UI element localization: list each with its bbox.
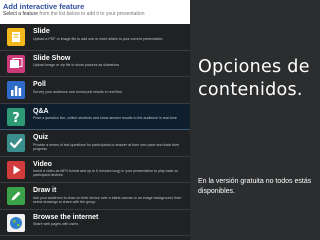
feature-name: Video: [33, 160, 52, 168]
dialog-title: Add interactive feature: [3, 2, 85, 11]
quiz-icon: [7, 134, 25, 152]
feature-item-slide[interactable]: Slide Upload a PDF or image file to add …: [0, 24, 190, 51]
feature-description: Ask your audience to draw on their devic…: [33, 195, 182, 204]
feature-description: Pose a question live, collect students a…: [33, 116, 177, 120]
slide-heading: Opciones de contenidos.: [198, 57, 310, 100]
dialog-subtitle-rest: from the list below to add it to your pr…: [39, 11, 145, 17]
feature-description: Upload a PDF or image file to add one or…: [33, 36, 163, 41]
feature-description: Upload image or zip file to show picture…: [33, 63, 120, 67]
feature-item-slide-show[interactable]: Slide Show Upload image or zip file to s…: [0, 51, 190, 77]
feature-item-browse-the-internet[interactable]: Browse the internet Share web pages with…: [0, 210, 190, 236]
feature-description: Survey your audience and reveal poll res…: [33, 89, 123, 94]
video-icon: [7, 160, 25, 179]
feature-name: Draw it: [33, 187, 57, 194]
feature-name: Slide: [33, 28, 50, 35]
feature-item-quiz[interactable]: Quiz Provide a series of test questions …: [0, 130, 190, 157]
feature-name: Slide Show: [33, 54, 71, 62]
feature-name: Poll: [33, 81, 46, 88]
feature-item-poll[interactable]: Poll Survey your audience and reveal pol…: [0, 77, 190, 104]
slide-note: En la versión gratuita no todos estás di…: [198, 178, 312, 195]
feature-name: Quiz: [33, 134, 49, 141]
feature-description: Insert a video as MP4 format and up to 5…: [33, 169, 179, 178]
poll-icon: [7, 81, 25, 99]
feature-item-video[interactable]: Video Insert a video as MP4 format and u…: [0, 157, 190, 183]
feature-item-draw-it[interactable]: Draw it Ask your audience to draw on the…: [0, 183, 190, 210]
feature-name: Browse the internet: [33, 213, 99, 221]
feature-dialog: Add interactive feature Select a feature…: [0, 0, 190, 240]
feature-item-qa[interactable]: ? Q&A Pose a question live, collect stud…: [0, 103, 190, 130]
globe-icon: [7, 213, 25, 232]
question-icon: ?: [7, 107, 25, 126]
feature-name: Q&A: [33, 107, 49, 115]
slide-icon: [7, 28, 25, 46]
feature-list: Slide Upload a PDF or image file to add …: [0, 24, 190, 240]
dialog-subtitle: Select a feature from the list below to …: [3, 11, 190, 18]
svg-text:?: ?: [12, 111, 20, 126]
dialog-header: Add interactive feature Select a feature…: [0, 0, 190, 24]
feature-description: Provide a series of test questions for p…: [33, 142, 180, 151]
dialog-subtitle-lead: Select a feature: [3, 11, 39, 17]
feature-description: Share web pages with users: [33, 222, 79, 226]
slideshow-icon: [7, 54, 25, 73]
draw-icon: [7, 187, 25, 205]
